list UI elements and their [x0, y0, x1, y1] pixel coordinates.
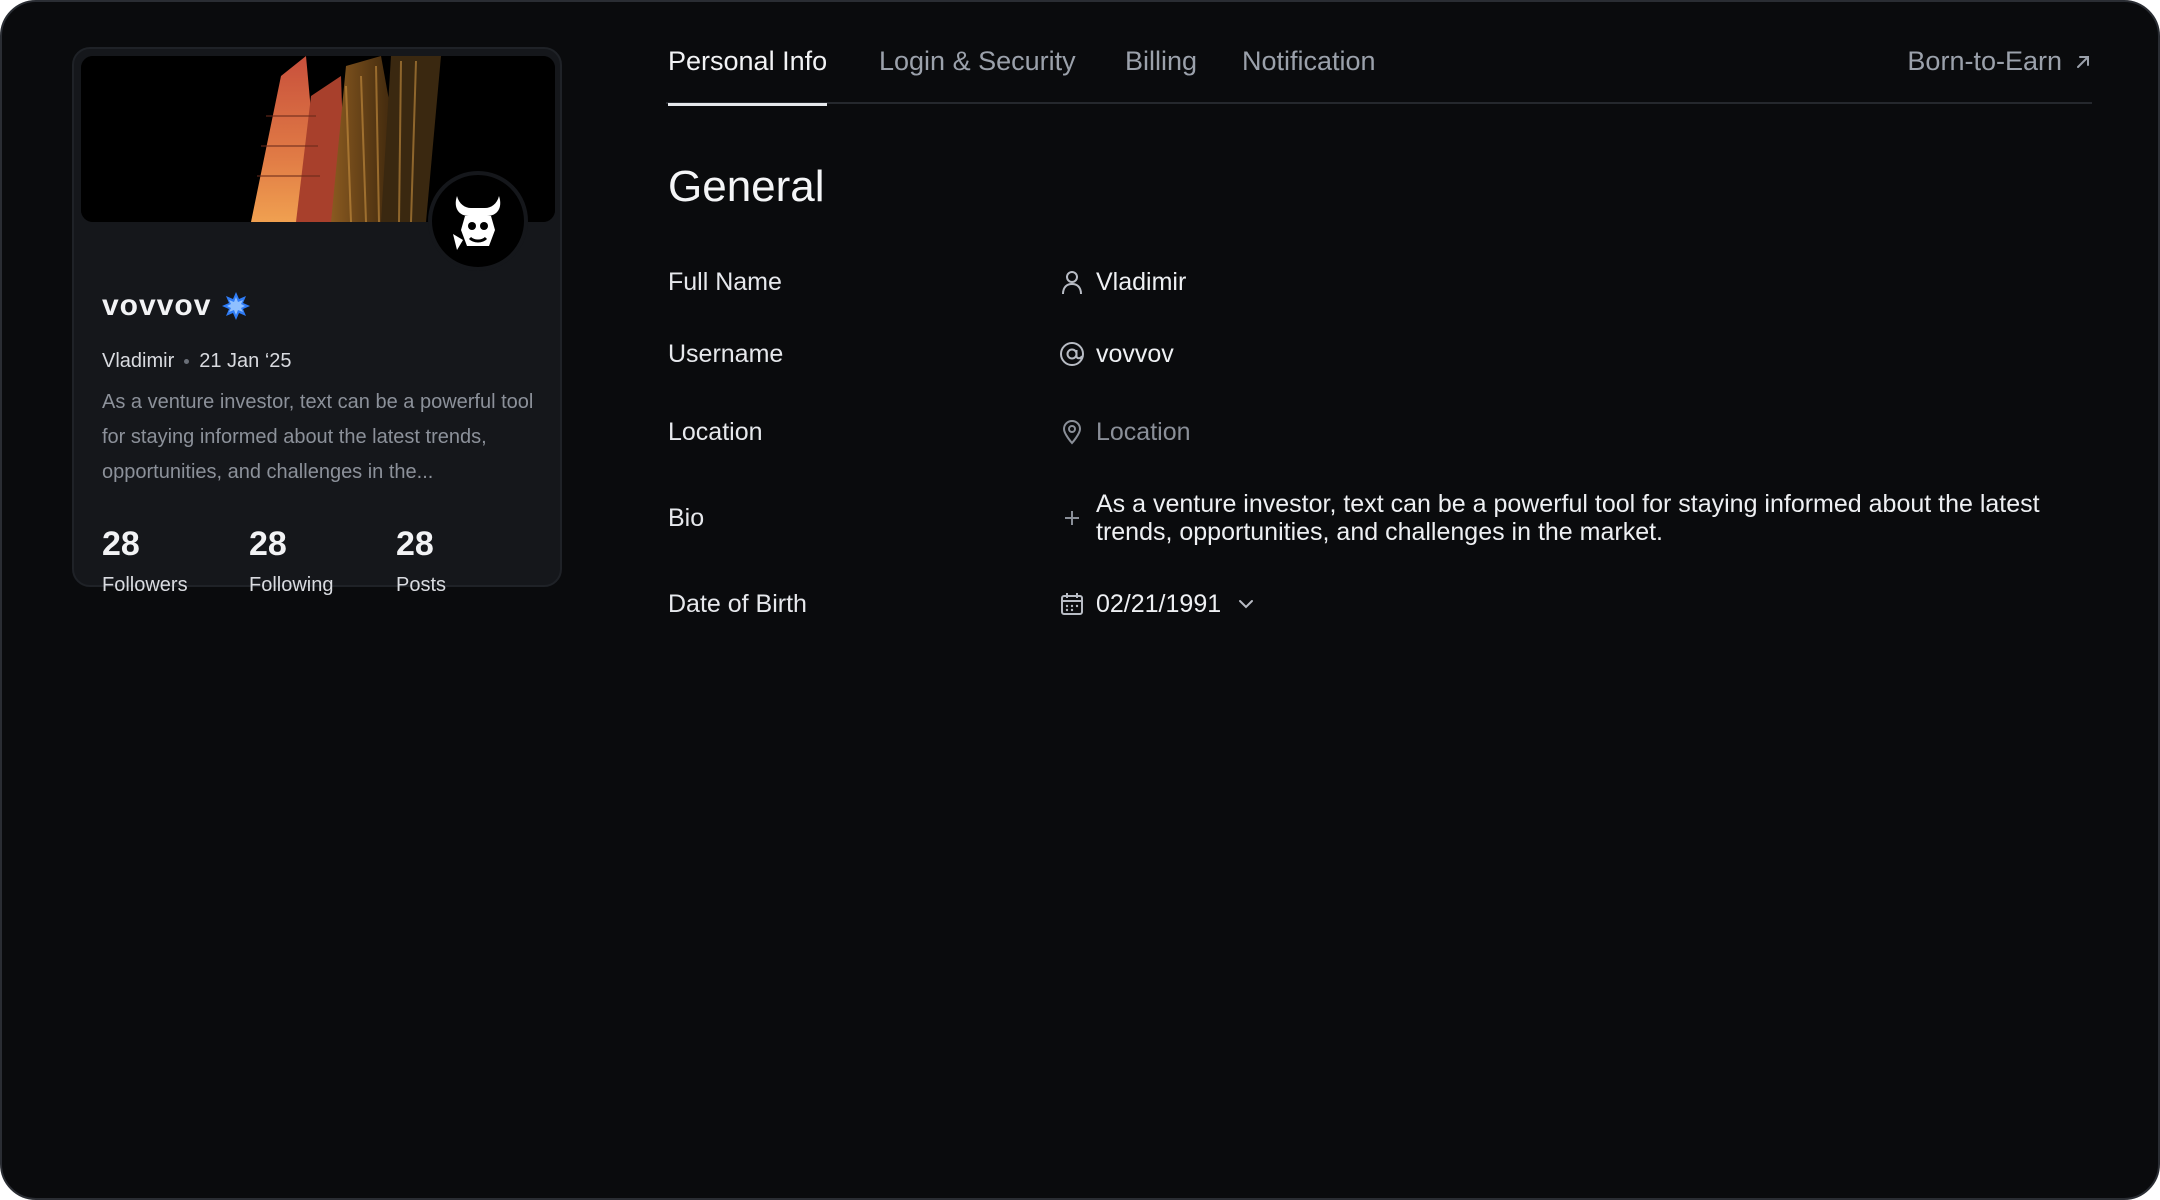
separator-dot	[184, 359, 190, 364]
stat-value: 28	[102, 525, 140, 563]
stat-label: Followers	[102, 574, 188, 596]
section-title: General	[668, 162, 825, 211]
field-label: Username	[668, 340, 784, 368]
bull-logo-icon	[453, 196, 501, 250]
card-meta: Vladimir 21 Jan ‘25	[102, 350, 292, 373]
arrow-up-right-icon	[2077, 55, 2089, 68]
card-display-name: Vladimir	[102, 350, 175, 372]
username-value: vovvov	[1096, 340, 1174, 368]
born-to-earn-label: Born-to-Earn	[1907, 46, 2062, 76]
stat-followers[interactable]: 28 Followers	[102, 524, 249, 597]
full-name-input[interactable]: Vladimir	[1058, 268, 1186, 296]
card-joined-date: 21 Jan ‘25	[199, 350, 292, 372]
map-pin-icon	[1058, 418, 1086, 446]
calendar-icon	[1058, 590, 1086, 618]
tab-notification[interactable]: Notification	[1242, 42, 1376, 104]
settings-window: vovvov Vladimir 21 Jan ‘25 As a venture …	[0, 0, 2160, 1200]
location-placeholder: Location	[1096, 418, 1191, 446]
field-label: Full Name	[668, 268, 782, 296]
bio-input[interactable]: As a venture investor, text can be a pow…	[1058, 490, 2076, 546]
card-username: vovvov	[102, 289, 212, 322]
chevron-down-icon	[1239, 600, 1254, 609]
username-input[interactable]: vovvov	[1058, 340, 1174, 368]
avatar[interactable]	[428, 171, 528, 271]
plus-icon	[1058, 504, 1086, 532]
profile-card: vovvov Vladimir 21 Jan ‘25 As a venture …	[72, 47, 562, 596]
date-of-birth-select[interactable]: 02/21/1991	[1058, 590, 1255, 618]
tab-billing[interactable]: Billing	[1125, 42, 1197, 104]
stat-posts[interactable]: 28 Posts	[396, 524, 543, 597]
verified-badge-icon	[221, 291, 251, 321]
card-name-row: vovvov	[102, 289, 251, 323]
stat-value: 28	[396, 525, 434, 563]
stat-following[interactable]: 28 Following	[249, 524, 396, 597]
bio-value: As a venture investor, text can be a pow…	[1096, 490, 2040, 546]
tab-personal-info[interactable]: Personal Info	[668, 42, 828, 106]
card-bio: As a venture investor, text can be a pow…	[102, 391, 534, 483]
born-to-earn-link[interactable]: Born-to-Earn	[1907, 46, 2092, 77]
profile-stats: 28 Followers 28 Following 28 Posts	[102, 524, 543, 597]
stat-value: 28	[249, 525, 287, 563]
date-of-birth-value: 02/21/1991	[1096, 590, 1222, 618]
stat-label: Posts	[396, 574, 447, 596]
field-label: Date of Birth	[668, 590, 807, 618]
stat-label: Following	[249, 574, 334, 596]
field-label: Location	[668, 418, 763, 446]
field-label: Bio	[668, 504, 705, 532]
settings-tabs: Personal Info Login & Security Billing N…	[666, 42, 2092, 106]
user-icon	[1058, 268, 1086, 296]
full-name-value: Vladimir	[1096, 268, 1187, 296]
at-icon	[1058, 340, 1086, 368]
location-input[interactable]: Location	[1058, 418, 1191, 446]
tab-login-security[interactable]: Login & Security	[879, 42, 1076, 104]
